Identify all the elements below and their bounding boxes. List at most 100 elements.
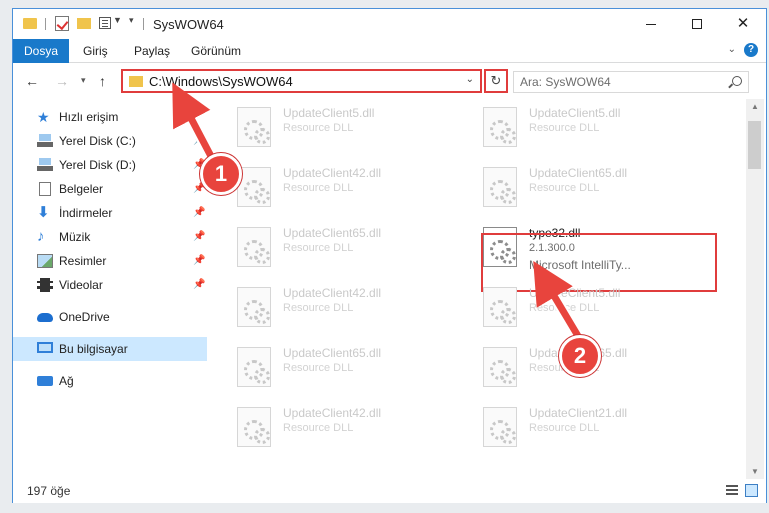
sidebar-item-documents[interactable]: Belgeler 📌: [13, 177, 207, 201]
folder-icon: [129, 76, 143, 87]
file-description: Resource DLL: [529, 422, 600, 434]
sidebar-item-label: Videolar: [59, 278, 103, 292]
details-view-icon[interactable]: [726, 485, 738, 496]
large-icons-view-icon[interactable]: [745, 484, 758, 497]
file-item[interactable]: UpdateClient65.dll Resource DLL: [237, 223, 467, 275]
dll-file-icon: [237, 407, 271, 447]
file-name: UpdateClient42.dll: [283, 286, 382, 300]
dll-file-icon: [237, 347, 271, 387]
maximize-icon: [692, 19, 702, 30]
file-item[interactable]: UpdateClient65.dll Resource DLL: [483, 163, 713, 215]
dll-file-icon: [483, 107, 517, 147]
sidebar-item-label: Müzik: [59, 230, 91, 244]
sidebar-item-videos[interactable]: Videolar 📌: [13, 273, 207, 297]
tab-file[interactable]: Dosya: [13, 39, 69, 63]
properties-icon[interactable]: [99, 17, 111, 29]
scroll-up-icon[interactable]: ▲: [751, 102, 759, 111]
pin-icon[interactable]: 📌: [193, 135, 205, 146]
dll-file-icon: [237, 287, 271, 327]
sidebar-item-label: Bu bilgisayar: [59, 342, 128, 356]
refresh-icon: ↻: [490, 73, 502, 88]
sidebar-item-local-disk-c[interactable]: Yerel Disk (C:) 📌: [13, 129, 207, 153]
drive-icon: [37, 158, 53, 172]
help-icon[interactable]: ?: [744, 43, 758, 57]
address-path[interactable]: C:\Windows\SysWOW64: [149, 74, 293, 89]
maximize-button[interactable]: [674, 9, 720, 39]
file-item[interactable]: UpdateClient5.dll Resource DLL: [237, 103, 467, 155]
file-description: Resource DLL: [283, 422, 354, 434]
properties-check-icon[interactable]: [55, 16, 69, 31]
file-description: Resource DLL: [283, 182, 354, 194]
up-arrow-icon[interactable]: ↑: [99, 73, 106, 89]
file-name: UpdateClient21.dll: [529, 406, 628, 420]
pin-icon[interactable]: 📌: [193, 231, 205, 242]
video-icon: [37, 278, 53, 292]
pin-icon[interactable]: 📌: [193, 207, 205, 218]
divider: [45, 18, 46, 30]
sidebar-item-downloads[interactable]: ⬇ İndirmeler 📌: [13, 201, 207, 225]
address-bar[interactable]: C:\Windows\SysWOW64 ⌄: [121, 69, 482, 93]
file-description: Resource DLL: [283, 122, 354, 134]
file-name: UpdateClient65.dll: [283, 346, 382, 360]
file-item[interactable]: UpdateClient5.dll Resource DLL: [483, 283, 713, 335]
sidebar-item-quick-access[interactable]: ★ Hızlı erişim: [13, 105, 207, 129]
file-item[interactable]: UpdateClient65.dll Resource DLL: [237, 343, 467, 395]
sidebar-item-onedrive[interactable]: OneDrive: [13, 305, 207, 329]
forward-arrow-icon[interactable]: →: [55, 73, 69, 89]
sidebar-item-music[interactable]: ♪ Müzik 📌: [13, 225, 207, 249]
file-item[interactable]: UpdateClient21.dll Resource DLL: [483, 403, 713, 455]
sidebar-item-label: Ağ: [59, 374, 74, 388]
document-icon: [39, 182, 51, 196]
sidebar-item-label: Belgeler: [59, 182, 104, 196]
file-name: UpdateClient5.dll: [283, 106, 375, 120]
search-icon[interactable]: [732, 76, 742, 86]
file-name: UpdateClient5.dll: [529, 106, 621, 120]
step-1-badge: 1: [200, 153, 242, 195]
file-description: Resource DLL: [283, 242, 354, 254]
file-name: UpdateClient65.dll: [529, 166, 628, 180]
divider: [143, 18, 144, 30]
scroll-down-icon[interactable]: ▼: [751, 467, 759, 476]
folder-icon[interactable]: [23, 18, 37, 29]
chevron-down-icon[interactable]: ⌄: [466, 74, 474, 85]
expand-ribbon-icon[interactable]: ⌄: [728, 44, 736, 55]
download-icon: ⬇: [37, 204, 50, 221]
back-arrow-icon[interactable]: ←: [25, 73, 39, 89]
step-2-badge: 2: [559, 335, 601, 377]
dll-file-icon: [483, 347, 517, 387]
pin-icon[interactable]: 📌: [193, 279, 205, 290]
sidebar-item-label: Resimler: [59, 254, 107, 268]
drive-icon: [37, 134, 53, 148]
sidebar-item-network[interactable]: Ağ: [13, 369, 207, 393]
sidebar-item-label: Hızlı erişim: [59, 110, 119, 124]
minimize-icon: [646, 23, 656, 25]
file-description: Resource DLL: [283, 362, 354, 374]
close-button[interactable]: ✕: [720, 9, 766, 39]
cloud-icon: [37, 313, 53, 322]
tab-share[interactable]: Paylaş: [134, 39, 170, 63]
file-item[interactable]: UpdateClient42.dll Resource DLL: [237, 163, 467, 215]
customize-toolbar-icon[interactable]: ▾: [129, 15, 134, 31]
vertical-scrollbar[interactable]: ▲ ▼: [746, 99, 764, 479]
refresh-button[interactable]: ↻: [484, 69, 508, 93]
recent-locations-icon[interactable]: ▾: [81, 75, 86, 86]
file-item[interactable]: UpdateClient5.dll Resource DLL: [483, 103, 713, 155]
minimize-button[interactable]: [628, 9, 674, 39]
pin-icon[interactable]: 📌: [193, 255, 205, 266]
file-description: Resource DLL: [283, 302, 354, 314]
search-input[interactable]: Ara: SysWOW64: [513, 71, 749, 93]
chevron-down-icon[interactable]: ▼: [113, 15, 122, 31]
new-folder-icon[interactable]: [77, 18, 91, 29]
sidebar-item-pictures[interactable]: Resimler 📌: [13, 249, 207, 273]
title-bar: ▼ ▾ SysWOW64 ✕: [13, 9, 766, 39]
file-name: UpdateClient42.dll: [283, 406, 382, 420]
tab-view[interactable]: Görünüm: [191, 39, 241, 63]
tab-home[interactable]: Giriş: [83, 39, 108, 63]
pictures-icon: [37, 254, 53, 268]
file-item[interactable]: UpdateClient42.dll Resource DLL: [237, 283, 467, 335]
scroll-thumb[interactable]: [748, 121, 761, 169]
sidebar-item-this-pc[interactable]: Bu bilgisayar: [13, 337, 207, 361]
sidebar-item-local-disk-d[interactable]: Yerel Disk (D:) 📌: [13, 153, 207, 177]
file-item[interactable]: UpdateClient42.dll Resource DLL: [237, 403, 467, 455]
dll-file-icon: [483, 287, 517, 327]
